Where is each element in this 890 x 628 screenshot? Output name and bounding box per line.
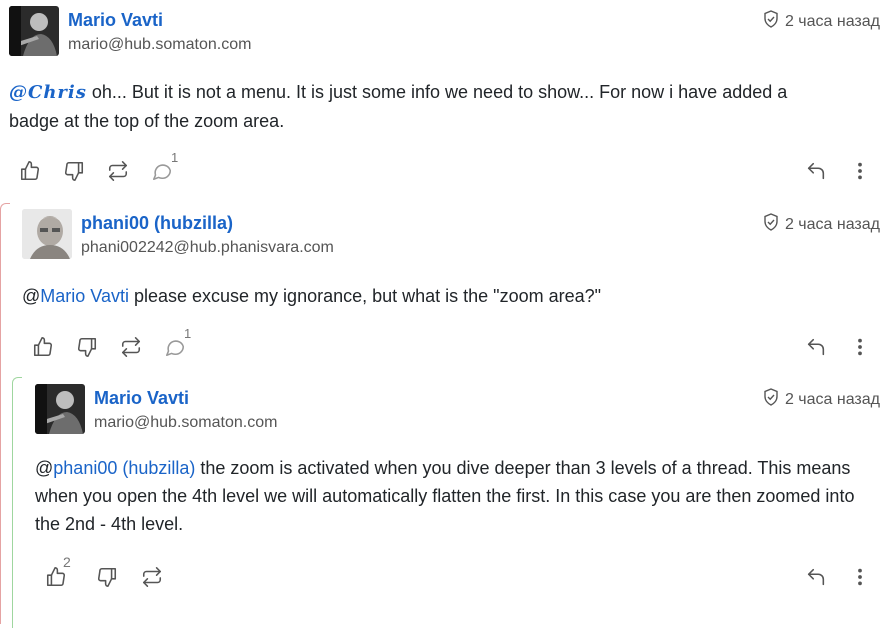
thumbs-down-icon	[97, 567, 117, 587]
author-handle: mario@hub.somaton.com	[68, 36, 252, 53]
like-button[interactable]	[19, 160, 43, 184]
reply-button[interactable]	[805, 566, 829, 590]
thread-line-level-2	[12, 377, 22, 628]
post-3: Mario Vavti mario@hub.somaton.com 2 часа…	[35, 384, 890, 609]
author-name[interactable]: Mario Vavti	[68, 10, 163, 31]
comment-icon	[165, 340, 185, 357]
post-body: @phani00 (hubzilla) the zoom is activate…	[35, 454, 875, 538]
repeat-button[interactable]	[141, 566, 165, 590]
more-button[interactable]	[849, 160, 873, 184]
more-vertical-icon	[858, 162, 862, 180]
dislike-button[interactable]	[63, 160, 87, 184]
at-sign: @	[35, 458, 54, 478]
post-text: please excuse my ignorance, but what is …	[128, 286, 602, 306]
like-button[interactable]	[32, 336, 56, 360]
mention-link[interactable]: @Chris	[9, 82, 87, 103]
post-time: 2 часа назад	[763, 388, 880, 411]
at-sign: @	[22, 286, 41, 306]
comment-button[interactable]: 1	[151, 150, 178, 184]
post-body: @Mario Vavti please excuse my ignorance,…	[22, 282, 872, 310]
author-handle: phani002242@hub.phanisvara.com	[81, 239, 334, 256]
comment-icon	[152, 164, 172, 181]
reply-icon	[807, 162, 825, 180]
avatar[interactable]	[35, 384, 85, 434]
dislike-button[interactable]	[96, 566, 120, 590]
shield-check-icon	[763, 10, 779, 33]
comment-count: 1	[171, 150, 179, 165]
post-body: @Chris oh... But it is not a menu. It is…	[9, 78, 839, 135]
thumbs-up-icon	[33, 337, 53, 357]
comment-button[interactable]: 1	[164, 326, 191, 360]
thread-line-level-1	[0, 203, 10, 624]
post-text: oh... But it is not a menu. It is just s…	[9, 82, 788, 131]
more-button[interactable]	[849, 336, 873, 360]
author-name[interactable]: Mario Vavti	[94, 388, 189, 409]
thumbs-up-icon	[20, 161, 40, 181]
post-time: 2 часа назад	[763, 213, 880, 236]
more-button[interactable]	[849, 566, 873, 590]
avatar[interactable]	[22, 209, 72, 259]
post-time: 2 часа назад	[763, 10, 880, 33]
mention-link[interactable]: Mario Vavti	[40, 286, 129, 306]
more-vertical-icon	[858, 338, 862, 356]
post-actions: 1	[9, 150, 879, 190]
like-button[interactable]: 2	[45, 554, 71, 590]
repeat-icon	[121, 337, 141, 357]
reply-icon	[807, 338, 825, 356]
reply-button[interactable]	[805, 160, 829, 184]
repeat-icon	[108, 161, 128, 181]
post-2: phani00 (hubzilla) phani002242@hub.phani…	[22, 209, 890, 374]
thumbs-down-icon	[64, 161, 84, 181]
more-vertical-icon	[858, 568, 862, 586]
comment-count: 1	[184, 326, 192, 341]
shield-check-icon	[763, 388, 779, 411]
author-name[interactable]: phani00 (hubzilla)	[81, 213, 233, 234]
reply-button[interactable]	[805, 336, 829, 360]
post-actions: 1	[22, 326, 879, 366]
time-label: 2 часа назад	[784, 390, 880, 408]
author-handle: mario@hub.somaton.com	[94, 414, 278, 431]
like-count: 2	[63, 554, 71, 570]
thumbs-down-icon	[77, 337, 97, 357]
reply-icon	[807, 568, 825, 586]
shield-check-icon	[763, 213, 779, 236]
post-actions: 2	[35, 554, 879, 596]
avatar[interactable]	[9, 6, 59, 56]
dislike-button[interactable]	[76, 336, 100, 360]
post-1: Mario Vavti mario@hub.somaton.com 2 часа…	[9, 6, 890, 196]
repeat-button[interactable]	[107, 160, 131, 184]
repeat-button[interactable]	[120, 336, 144, 360]
repeat-icon	[142, 567, 162, 587]
time-label: 2 часа назад	[784, 215, 880, 233]
mention-link[interactable]: phani00 (hubzilla)	[53, 458, 195, 478]
time-label: 2 часа назад	[784, 12, 880, 30]
